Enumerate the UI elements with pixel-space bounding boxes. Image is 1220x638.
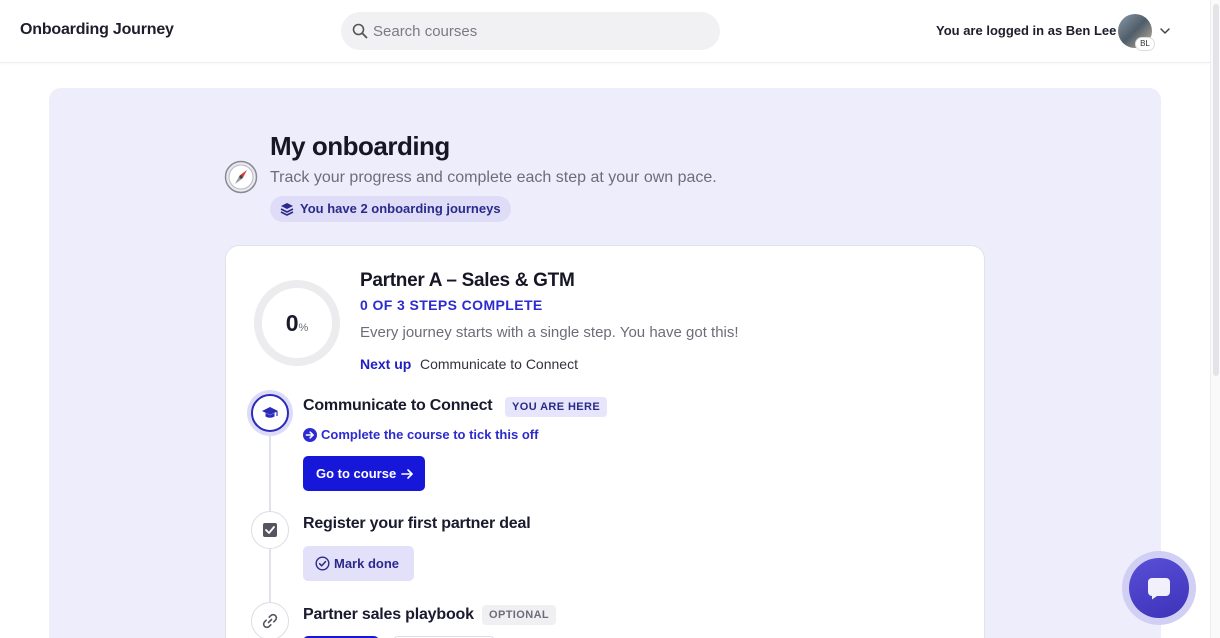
journeys-badge-label: You have 2 onboarding journeys: [300, 201, 501, 216]
user-avatar[interactable]: BL: [1118, 14, 1155, 51]
step-title-register-deal[interactable]: Register your first partner deal: [303, 515, 531, 533]
step-hint-text: Complete the course to tick this off: [321, 427, 539, 442]
next-up-step[interactable]: Communicate to Connect: [420, 356, 578, 372]
search-bar[interactable]: [341, 12, 720, 50]
top-header: Onboarding Journey You are logged in as …: [0, 0, 1210, 63]
encouragement-text: Every journey starts with a single step.…: [360, 324, 739, 341]
arrow-circle-right-icon: [303, 428, 317, 442]
avatar-initials: BL: [1135, 37, 1155, 51]
arrow-right-icon: [401, 469, 413, 479]
graduation-cap-icon: [262, 407, 278, 418]
link-icon: [262, 613, 278, 629]
scrollbar-thumb[interactable]: [1213, 4, 1219, 376]
go-to-course-label: Go to course: [316, 466, 397, 481]
chat-launcher-inner: [1129, 558, 1189, 618]
page-scrollbar[interactable]: [1210, 0, 1220, 638]
page-title: My onboarding: [270, 131, 450, 161]
progress-value: 0: [285, 310, 299, 336]
step-node-task: [251, 511, 289, 549]
optional-badge: OPTIONAL: [482, 605, 557, 625]
next-up-label: Next up: [360, 356, 412, 372]
layers-icon: [280, 203, 294, 216]
mark-done-label: Mark done: [334, 556, 400, 571]
chat-launcher-button[interactable]: [1122, 551, 1196, 625]
chevron-down-icon[interactable]: [1159, 25, 1171, 37]
you-are-here-badge: YOU ARE HERE: [505, 397, 608, 417]
go-to-course-button[interactable]: Go to course: [303, 456, 425, 491]
checkbox-icon: [263, 523, 277, 537]
mark-done-button[interactable]: Mark done: [303, 546, 414, 581]
step-node-current: [251, 394, 289, 432]
step-hint: Complete the course to tick this off: [303, 427, 538, 442]
logged-in-text: You are logged in as Ben Lee: [936, 23, 1117, 38]
chat-bubble-icon: [1148, 578, 1170, 600]
step-title-communicate[interactable]: Communicate to Connect: [303, 397, 493, 415]
journey-title: Partner A – Sales & GTM: [360, 270, 575, 291]
journeys-count-badge[interactable]: You have 2 onboarding journeys: [270, 196, 511, 222]
progress-percent-label: 0%: [253, 279, 341, 367]
step-node-resource: [251, 602, 289, 638]
app-brand[interactable]: Onboarding Journey: [20, 21, 174, 39]
check-circle-icon: [315, 556, 330, 571]
compass-icon: [224, 160, 258, 194]
search-icon: [352, 23, 368, 39]
search-input[interactable]: [373, 12, 703, 50]
progress-unit: %: [298, 322, 309, 334]
step-title-playbook[interactable]: Partner sales playbook: [303, 606, 474, 624]
steps-complete-count: 0 OF 3 STEPS COMPLETE: [360, 297, 543, 313]
page-subtitle: Track your progress and complete each st…: [270, 169, 717, 186]
